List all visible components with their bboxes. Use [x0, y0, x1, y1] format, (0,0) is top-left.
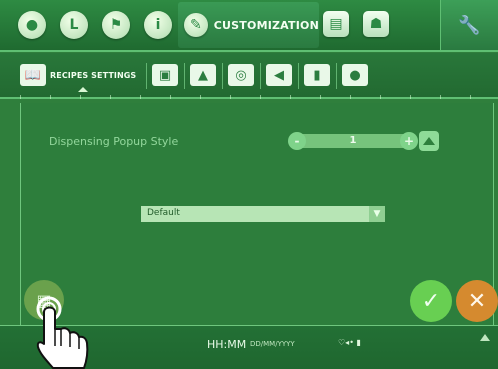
cancel-button[interactable]: ✕	[456, 280, 498, 322]
pencil-icon-button: ✎	[184, 13, 208, 37]
flag-icon-button[interactable]: ⚑	[102, 11, 130, 39]
stepper-value: 1	[349, 135, 357, 146]
status-bar: HH:MM DD/MM/YYYY ♡◂• ▮	[0, 325, 498, 369]
book-alt-tab[interactable]: ▣	[152, 60, 178, 90]
check-icon: ✓	[421, 288, 441, 314]
clock-icon-button[interactable]: L	[60, 11, 88, 39]
wrench-button[interactable]: 🔧	[440, 0, 498, 50]
customization-screen: ● L ⚑ i ✎ CUSTOMIZATION ▤ ☗ 🔧 📖 RECIPES …	[0, 0, 498, 369]
clock-icon: L	[69, 17, 79, 33]
status-icons: ♡◂• ▮	[338, 338, 361, 347]
clipboard-icon: ▤	[329, 16, 343, 32]
info-icon: i	[155, 17, 161, 33]
sound-tab[interactable]: ◀	[266, 60, 292, 90]
speaker-icon: ◀	[266, 64, 292, 86]
separator	[260, 63, 261, 89]
usb-tab[interactable]: ▮	[304, 60, 330, 90]
info-icon-button[interactable]: i	[144, 11, 172, 39]
active-tab-indicator	[78, 87, 88, 92]
dispensing-popup-style-label: Dispensing Popup Style	[49, 135, 179, 148]
increment-button[interactable]: +	[400, 132, 418, 150]
clock-date: DD/MM/YYYY	[250, 340, 295, 348]
expand-icon[interactable]	[480, 334, 490, 341]
customization-tab-label: CUSTOMIZATION	[213, 18, 319, 32]
image-tab[interactable]: ▲	[190, 60, 216, 90]
copy-button[interactable]: ▦	[24, 280, 64, 320]
separator	[222, 63, 223, 89]
copy-icon: ▦	[36, 290, 52, 310]
chevron-down-icon[interactable]: ▼	[369, 206, 385, 222]
user-button[interactable]: ☗	[363, 11, 389, 37]
drop-icon-button[interactable]: ●	[18, 11, 46, 39]
close-icon: ✕	[467, 288, 487, 314]
separator	[336, 63, 337, 89]
settings-tab[interactable]: ◎	[228, 60, 254, 90]
style-select[interactable]: Default ▼	[141, 206, 385, 222]
clipboard-button[interactable]: ▤	[323, 11, 349, 37]
pencil-icon: ✎	[190, 17, 202, 33]
popup-style-stepper: - 1 +	[288, 132, 418, 150]
user-icon: ☗	[369, 16, 383, 32]
image-icon: ▲	[190, 64, 216, 86]
recipes-settings-tab[interactable]: 📖 RECIPES SETTINGS	[20, 60, 136, 90]
tab-ruler	[20, 95, 490, 99]
minus-icon: -	[294, 134, 300, 148]
flag-icon: ⚑	[109, 17, 123, 33]
triangle-icon	[423, 137, 435, 145]
sub-navigation: 📖 RECIPES SETTINGS ▣ ▲ ◎ ◀ ▮ ●	[0, 53, 498, 99]
palette-icon: ●	[342, 64, 368, 86]
decrement-button[interactable]: -	[288, 132, 306, 150]
separator	[146, 63, 147, 89]
top-navigation: ● L ⚑ i ✎ CUSTOMIZATION ▤ ☗ 🔧	[0, 0, 498, 52]
wrench-icon: 🔧	[458, 14, 481, 36]
style-select-value: Default	[147, 208, 180, 218]
palette-tab[interactable]: ●	[342, 60, 368, 90]
clock-time: HH:MM	[207, 338, 247, 351]
confirm-button[interactable]: ✓	[410, 280, 452, 322]
drop-icon: ●	[25, 17, 39, 33]
usb-icon: ▮	[304, 64, 330, 86]
preview-button[interactable]	[419, 131, 439, 151]
book-alt-icon: ▣	[152, 64, 178, 86]
separator	[184, 63, 185, 89]
customization-tab[interactable]: ✎ CUSTOMIZATION	[178, 2, 319, 48]
plus-icon: +	[403, 134, 415, 148]
separator	[298, 63, 299, 89]
book-icon: 📖	[20, 64, 46, 86]
recipes-settings-label: RECIPES SETTINGS	[50, 70, 137, 80]
settings-icon: ◎	[228, 64, 254, 86]
